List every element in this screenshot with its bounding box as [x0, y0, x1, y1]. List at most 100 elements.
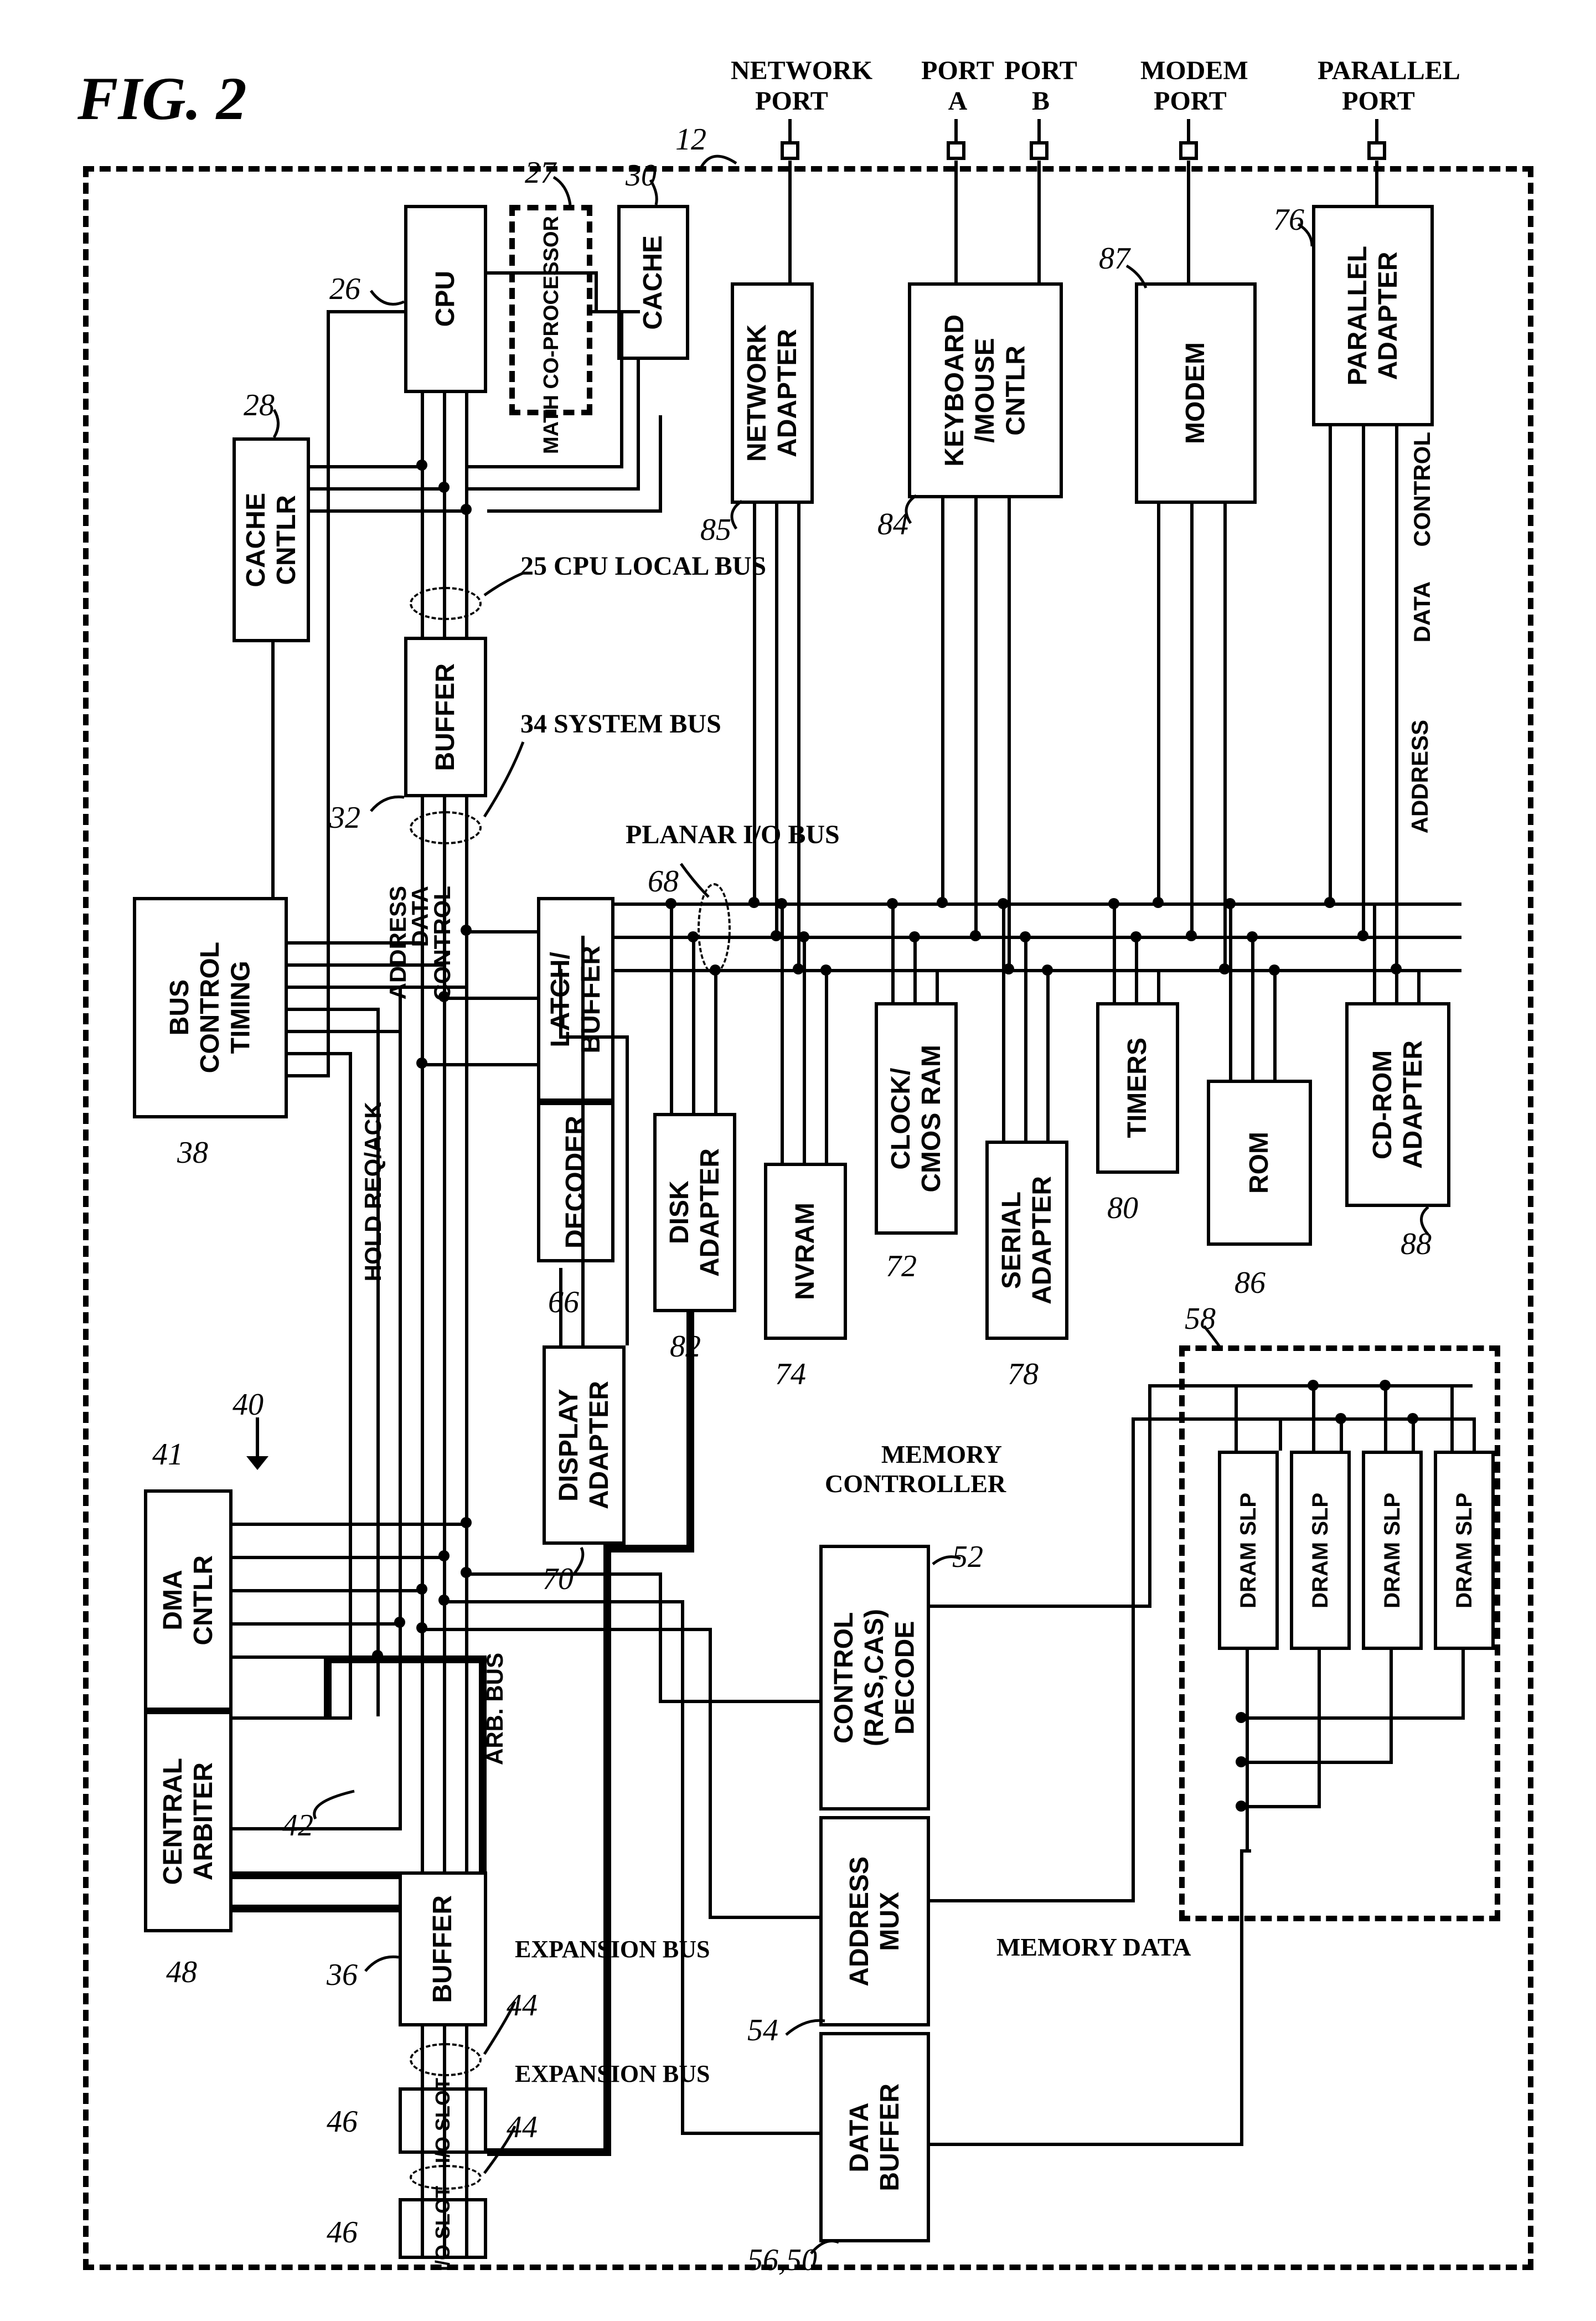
memory-data-label: MEMORY DATA — [996, 1932, 1191, 1962]
disk-adapter-label: DISKADAPTER — [664, 1148, 725, 1277]
cpubus-lead-icon — [482, 570, 526, 604]
portA-label: PORTA — [919, 55, 996, 116]
planar-io-label: PLANAR I/O BUS — [626, 819, 840, 850]
buffer1-ref: 32 — [329, 800, 360, 835]
timers-block: TIMERS — [1096, 1002, 1179, 1174]
decoder-ref: 66 — [548, 1285, 579, 1320]
bus-ctrl-timing-block: BUSCONTROLTIMING — [133, 897, 288, 1118]
network-port-label: NETWORKPORT — [731, 55, 853, 116]
math-block: MATH CO-PROCESSOR — [509, 205, 592, 415]
nvram-label: NVRAM — [790, 1203, 820, 1300]
math-label: MATH CO-PROCESSOR — [540, 216, 564, 454]
arbbus-lead-icon — [304, 1788, 360, 1827]
dma-cntlr-label: DMACNTLR — [158, 1555, 219, 1646]
modem-label: MODEM — [1180, 342, 1211, 444]
sb-control-label: CONTROL — [429, 886, 456, 1001]
control-ras-block: CONTROL(RAS,CAS)DECODE — [819, 1545, 930, 1811]
modem-lead-icon — [1121, 263, 1154, 291]
data-buffer-label: DATABUFFER — [844, 2083, 905, 2191]
address-mux-block: ADDRESSMUX — [819, 1816, 930, 2026]
central-arbiter-block: CENTRALARBITER — [144, 1711, 233, 1932]
portB-icon — [1030, 141, 1048, 160]
cache-ref-lead-icon — [642, 177, 675, 208]
decoder-block: DECODER — [537, 1102, 614, 1262]
dma-ref-41: 41 — [152, 1437, 183, 1472]
parallel-port-label: PARALLELPORT — [1318, 55, 1439, 116]
cpu-local-bus-label: 25 CPU LOCAL BUS — [520, 551, 766, 581]
figure-title: FIG. 2 — [78, 64, 247, 134]
clock-cmos-ref: 72 — [886, 1249, 917, 1284]
serial-adapter-ref: 78 — [1008, 1357, 1039, 1392]
nvram-ref: 74 — [775, 1357, 806, 1392]
db-lead-icon — [808, 2234, 841, 2262]
data-buffer-ref: 56,50 — [747, 2242, 817, 2278]
buffer2-ref: 36 — [327, 1957, 358, 1993]
kb-mouse-block: KEYBOARD/MOUSECNTLR — [908, 282, 1063, 498]
sysbus-lead-icon — [482, 739, 526, 819]
cpu-ref: 26 — [329, 271, 360, 307]
timers-ref: 80 — [1107, 1190, 1138, 1226]
control-ras-label: CONTROL(RAS,CAS)DECODE — [829, 1609, 921, 1746]
address-mux-ref: 54 — [747, 2013, 778, 2048]
system-bus-label: 34 SYSTEM BUS — [520, 709, 721, 739]
cache-cntlr-lead-icon — [266, 407, 293, 440]
rom-ref: 86 — [1235, 1265, 1266, 1301]
data-buffer-block: DATABUFFER — [819, 2032, 930, 2242]
netadap-lead-icon — [722, 498, 756, 532]
hold-req-ack-label: HOLD REQ/ACK — [360, 1102, 386, 1281]
cache-block: CACHE — [617, 205, 689, 360]
cache-cntlr-block: CACHECNTLR — [233, 437, 310, 642]
parallel-adapter-block: PARALLELADAPTER — [1312, 205, 1434, 426]
buffer1-label: BUFFER — [430, 663, 461, 771]
serial-adapter-label: SERIALADAPTER — [996, 1176, 1057, 1304]
io-slot1-ref: 46 — [327, 2104, 358, 2139]
dram2-label: DRAM SLP — [1308, 1493, 1333, 1608]
math-ref-lead-icon — [548, 174, 581, 208]
dram4-block: DRAM SLP — [1434, 1451, 1495, 1650]
dram1-block: DRAM SLP — [1218, 1451, 1279, 1650]
mem-ctrl-label: MEMORYCONTROLLER — [825, 1440, 1002, 1498]
dram3-block: DRAM SLP — [1362, 1451, 1423, 1650]
bus-ctrl-timing-label: BUSCONTROLTIMING — [164, 942, 256, 1073]
buf2-lead-icon — [363, 1952, 401, 1979]
display-adapter-label: DISPLAYADAPTER — [554, 1381, 614, 1509]
portB-label: PORTB — [1002, 55, 1080, 116]
arb-bus-label: ARB. BUS — [482, 1653, 508, 1765]
buffer1-block: BUFFER — [404, 637, 487, 797]
cdrom-label: CD-ROMADAPTER — [1367, 1040, 1428, 1169]
decoder-label: DECODER — [560, 1116, 591, 1249]
clock-cmos-label: CLOCK/CMOS RAM — [886, 1045, 947, 1193]
network-adapter-block: NETWORKADAPTER — [731, 282, 814, 504]
ebus1-lead-icon — [482, 1977, 526, 2057]
kb-mouse-label: KEYBOARD/MOUSECNTLR — [939, 314, 1031, 467]
central-arbiter-label: CENTRALARBITER — [158, 1758, 219, 1885]
buffer1-lead-icon — [368, 792, 407, 819]
bus-ctrl-timing-ref: 38 — [177, 1135, 208, 1170]
rom-label: ROM — [1244, 1132, 1274, 1194]
plio-lead-icon — [678, 861, 711, 905]
dma-cntlr-block: DMACNTLR — [144, 1489, 233, 1711]
cache-label: CACHE — [638, 235, 668, 330]
latch-buffer-block: LATCH/BUFFER — [537, 897, 614, 1102]
dramref-lead-icon — [1196, 1323, 1229, 1351]
cdrom-lead-icon — [1412, 1204, 1445, 1237]
dma-ref40-lead-icon — [227, 1415, 293, 1492]
address-mux-label: ADDRESSMUX — [844, 1856, 905, 1987]
dram1-label: DRAM SLP — [1236, 1493, 1261, 1608]
pa-control-label: CONTROL — [1409, 432, 1435, 547]
dram2-block: DRAM SLP — [1290, 1451, 1351, 1650]
cache-cntlr-label: CACHECNTLR — [241, 493, 302, 587]
network-adapter-label: NETWORKADAPTER — [742, 324, 803, 462]
disk-adapter-block: DISKADAPTER — [653, 1113, 736, 1312]
parallel-port-icon — [1367, 141, 1386, 160]
planar-io-ref: 68 — [648, 864, 679, 899]
parallel-adapter-label: PARALLELADAPTER — [1342, 246, 1403, 385]
nvram-block: NVRAM — [764, 1163, 847, 1340]
dram4-label: DRAM SLP — [1452, 1493, 1477, 1608]
paradap-lead-icon — [1293, 221, 1320, 249]
buffer2-label: BUFFER — [427, 1895, 458, 2003]
cpu-label: CPU — [430, 271, 461, 327]
kbmouse-lead-icon — [897, 493, 930, 526]
cpu-block: CPU — [404, 205, 487, 393]
modem-port-icon — [1179, 141, 1198, 160]
